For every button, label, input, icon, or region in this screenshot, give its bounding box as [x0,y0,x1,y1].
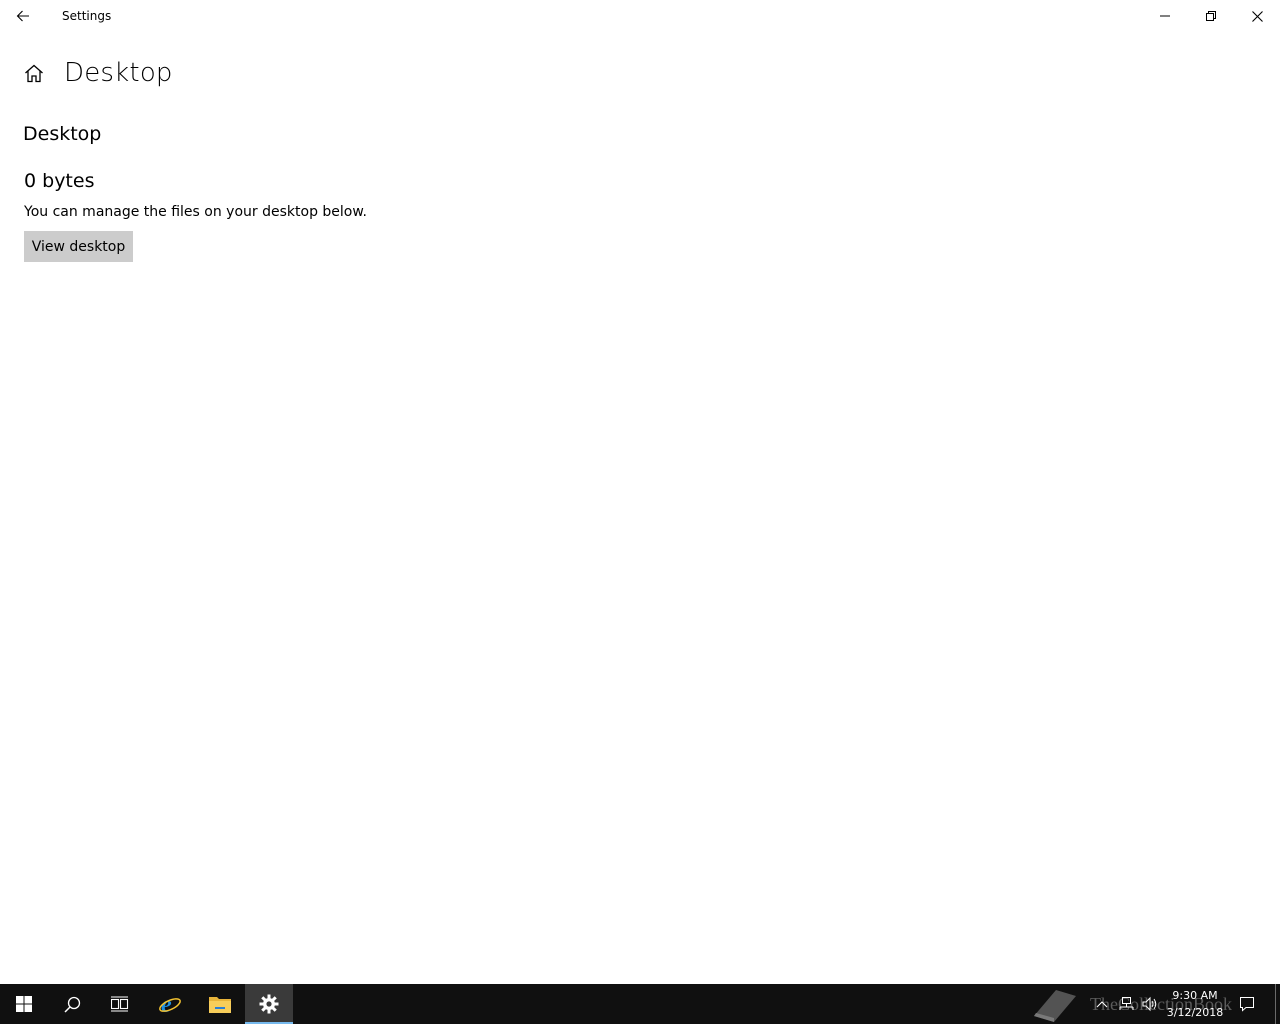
show-hidden-icons-button[interactable] [1090,984,1114,1024]
back-arrow-icon [16,10,29,22]
network-button[interactable] [1114,984,1138,1024]
taskbar: e TheCollectionBook 9:30 AM 3/12/2018 [0,984,1280,1024]
clock-time: 9:30 AM [1172,989,1218,1002]
close-icon [1251,10,1263,22]
view-desktop-button[interactable]: View desktop [24,231,133,262]
home-icon [25,64,43,82]
restore-button[interactable] [1188,0,1234,32]
chevron-up-icon [1096,1001,1108,1008]
network-icon [1119,997,1134,1010]
storage-size: 0 bytes [24,170,95,192]
app-title: Settings [62,9,112,23]
volume-button[interactable] [1138,984,1162,1024]
volume-icon [1142,996,1157,1012]
section-title: Desktop [23,123,102,145]
minimize-button[interactable] [1142,0,1188,32]
clock-date: 3/12/2018 [1166,1006,1224,1019]
page-title: Desktop [64,58,173,88]
windows-start-icon [16,996,32,1012]
minimize-icon [1160,15,1170,17]
show-desktop-button[interactable] [1275,984,1276,1024]
description-text: You can manage the files on your desktop… [24,204,367,220]
notification-icon [1240,997,1254,1012]
file-explorer-button[interactable] [196,984,244,1024]
internet-explorer-icon: e [159,992,181,1016]
clock[interactable]: 9:30 AM 3/12/2018 [1162,987,1228,1021]
settings-gear-icon [259,994,279,1014]
page-header: Desktop [24,56,173,90]
restore-icon [1206,11,1216,21]
action-center-button[interactable] [1234,984,1260,1024]
title-bar: Settings [0,0,1280,32]
search-icon [63,996,80,1013]
task-view-button[interactable] [96,984,144,1024]
back-button[interactable] [0,0,46,32]
task-view-icon [111,996,129,1012]
search-button[interactable] [48,984,96,1024]
close-button[interactable] [1234,0,1280,32]
home-button[interactable] [24,63,44,83]
settings-taskbar-button[interactable] [245,984,293,1024]
internet-explorer-button[interactable]: e [146,984,194,1024]
start-button[interactable] [0,984,48,1024]
book-icon [1034,990,1076,1022]
file-explorer-icon [209,997,231,1013]
settings-window: Settings Desktop Desktop 0 bytes You can… [0,0,1280,984]
